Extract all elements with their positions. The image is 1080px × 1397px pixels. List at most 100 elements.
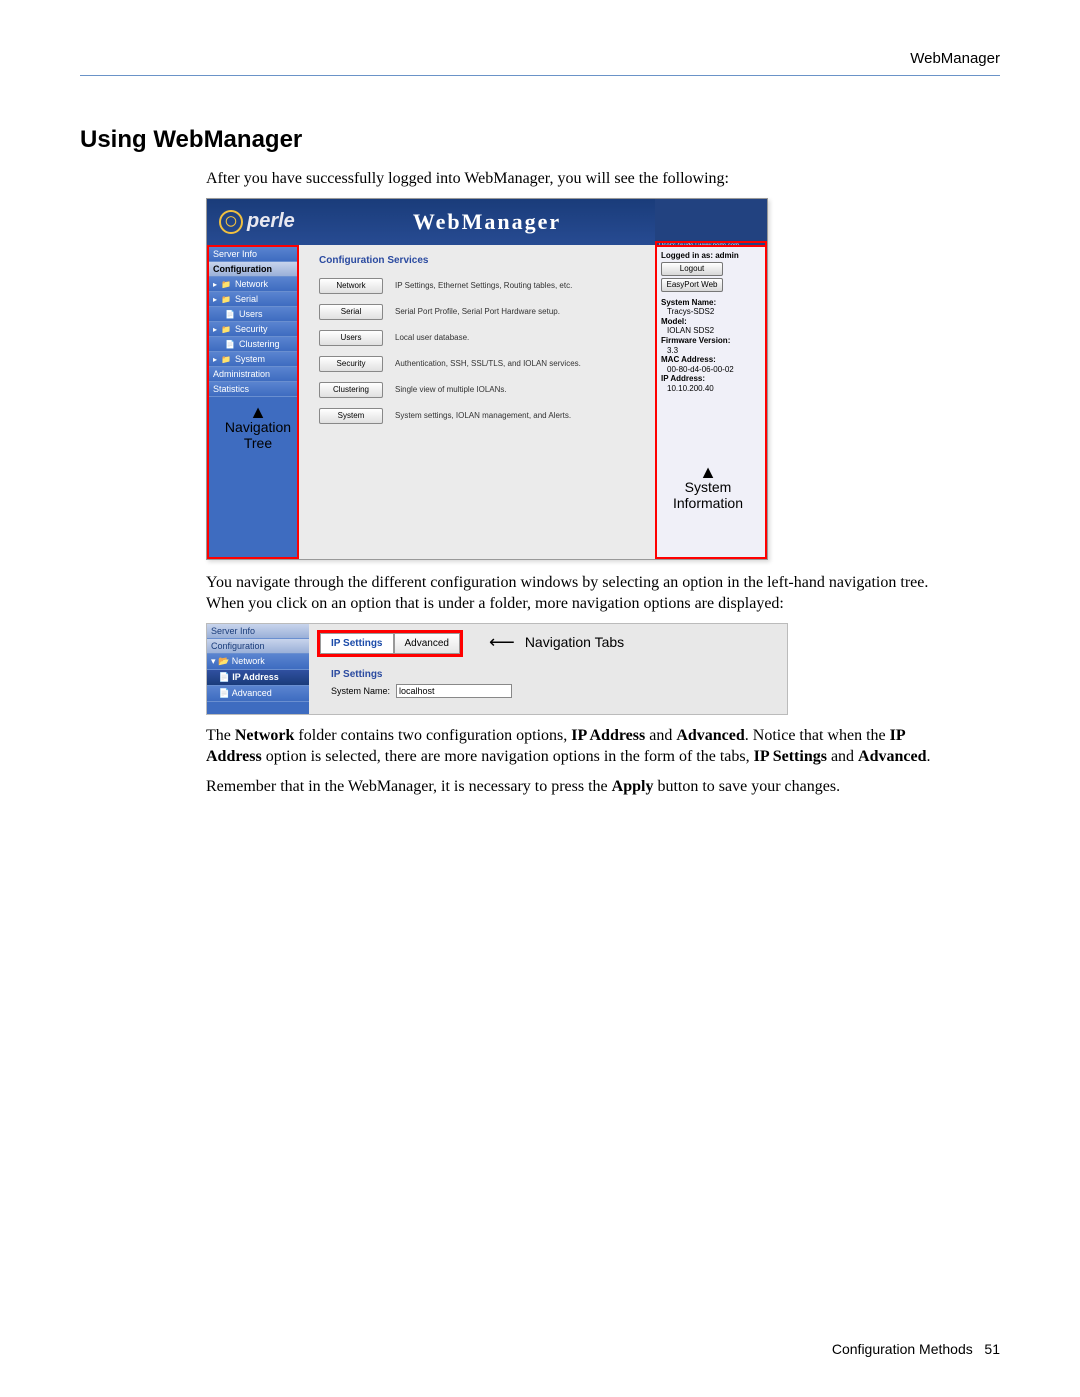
- nav-label: IP Address: [232, 672, 279, 682]
- navigation-tabs-annotation: ⟵ Navigation Tabs: [489, 632, 624, 653]
- service-description: Local user database.: [395, 333, 469, 342]
- sidebar-item-security[interactable]: Security: [209, 322, 297, 337]
- sidebar-item-users[interactable]: Users: [209, 307, 297, 322]
- sidebar-item-configuration[interactable]: Configuration: [207, 639, 309, 654]
- field-label: System Name:: [331, 686, 390, 696]
- expand-icon: [213, 354, 217, 364]
- nav-label: Users: [239, 309, 263, 319]
- app-header: ◯ perle WebManager: [207, 199, 767, 245]
- annotation-label: Navigation Tree: [223, 419, 293, 451]
- paragraph-3: The Network folder contains two configur…: [206, 725, 960, 768]
- nav-label: Network: [235, 279, 268, 289]
- sidebar-item-administration[interactable]: Administration: [209, 367, 297, 382]
- right-panel: Logged in as: admin Logout EasyPort Web …: [655, 245, 767, 559]
- page-footer: Configuration Methods 51: [832, 1341, 1000, 1357]
- main-content-2: IP Settings Advanced ⟵ Navigation Tabs I…: [309, 624, 787, 714]
- model-label: Model:: [661, 317, 761, 327]
- logo-text: perle: [247, 210, 295, 233]
- annotation-label: Navigation Tabs: [525, 634, 624, 650]
- sidebar-item-server-info[interactable]: Server Info: [209, 247, 297, 262]
- service-description: Authentication, SSH, SSL/TLS, and IOLAN …: [395, 359, 581, 368]
- service-description: IP Settings, Ethernet Settings, Routing …: [395, 281, 572, 290]
- folder-icon: [221, 294, 231, 304]
- ip-value: 10.10.200.40: [667, 384, 761, 394]
- section-title: Using WebManager: [80, 126, 1000, 154]
- folder-icon: [221, 324, 231, 334]
- logout-button[interactable]: Logout: [661, 262, 723, 276]
- serial-button[interactable]: Serial: [319, 304, 383, 320]
- section-heading: IP Settings: [331, 669, 779, 680]
- security-button[interactable]: Security: [319, 356, 383, 372]
- service-row: Serial Serial Port Profile, Serial Port …: [319, 304, 647, 320]
- ip-label: IP Address:: [661, 374, 761, 384]
- sidebar-item-ip-address[interactable]: 📄 IP Address: [207, 670, 309, 686]
- nav-label: System: [235, 354, 265, 364]
- service-description: Single view of multiple IOLANs.: [395, 385, 507, 394]
- screenshot-webmanager-main: ◯ perle WebManager User's Guide | www.pe…: [206, 198, 768, 560]
- perle-logo: ◯ perle: [219, 210, 295, 234]
- service-row: Users Local user database.: [319, 330, 647, 346]
- page-icon: [225, 309, 235, 319]
- service-row: System System settings, IOLAN management…: [319, 408, 647, 424]
- sys-name-value: Tracys-SDS2: [667, 307, 761, 317]
- tab-advanced[interactable]: Advanced: [394, 633, 460, 654]
- users-button[interactable]: Users: [319, 330, 383, 346]
- sidebar-item-network[interactable]: ▾ 📂 Network: [207, 654, 309, 670]
- sidebar-item-network[interactable]: Network: [209, 277, 297, 292]
- system-name-input[interactable]: [396, 684, 512, 698]
- navigation-tree-annotation: ▲ Navigation Tree: [223, 405, 293, 451]
- up-arrow-icon: ▲: [663, 465, 753, 479]
- expand-icon: [213, 324, 217, 334]
- nav-label: Advanced: [232, 688, 272, 698]
- footer-chapter: Configuration Methods: [832, 1341, 973, 1357]
- expand-icon: [213, 294, 217, 304]
- service-description: Serial Port Profile, Serial Port Hardwar…: [395, 307, 560, 316]
- screenshot-webmanager-tabs: Server Info Configuration ▾ 📂 Network 📄 …: [206, 623, 788, 715]
- page-icon: [225, 339, 235, 349]
- mac-label: MAC Address:: [661, 355, 761, 365]
- header-decoration: [655, 199, 767, 245]
- nav-label: Serial: [235, 294, 258, 304]
- easyport-button[interactable]: EasyPort Web: [661, 278, 723, 292]
- tab-row: IP Settings Advanced: [317, 630, 463, 657]
- system-name-field: System Name:: [331, 684, 779, 698]
- system-button[interactable]: System: [319, 408, 383, 424]
- system-info: System Name: Tracys-SDS2 Model: IOLAN SD…: [661, 298, 761, 394]
- logo-icon: ◯: [219, 210, 243, 234]
- nav-label: Network: [232, 656, 265, 666]
- nav-label: Security: [235, 324, 268, 334]
- section-heading: Configuration Services: [319, 255, 647, 266]
- mac-value: 00-80-d4-06-00-02: [667, 365, 761, 375]
- fw-value: 3.3: [667, 346, 761, 356]
- sidebar-item-clustering[interactable]: Clustering: [209, 337, 297, 352]
- paragraph-4: Remember that in the WebManager, it is n…: [206, 776, 960, 798]
- page-header: WebManager: [80, 50, 1000, 76]
- tab-ip-settings[interactable]: IP Settings: [320, 633, 394, 654]
- ip-settings-section: IP Settings System Name:: [331, 669, 779, 698]
- sidebar-item-configuration[interactable]: Configuration: [209, 262, 297, 277]
- folder-icon: [221, 279, 231, 289]
- clustering-button[interactable]: Clustering: [319, 382, 383, 398]
- sidebar-item-serial[interactable]: Serial: [209, 292, 297, 307]
- app-title: WebManager: [413, 209, 561, 235]
- network-button[interactable]: Network: [319, 278, 383, 294]
- sidebar-item-server-info[interactable]: Server Info: [207, 624, 309, 639]
- sys-name-label: System Name:: [661, 298, 761, 308]
- expand-icon: [213, 279, 217, 289]
- sidebar-item-statistics[interactable]: Statistics: [209, 382, 297, 397]
- sidebar-item-advanced[interactable]: 📄 Advanced: [207, 686, 309, 702]
- service-description: System settings, IOLAN management, and A…: [395, 411, 571, 420]
- service-row: Security Authentication, SSH, SSL/TLS, a…: [319, 356, 647, 372]
- service-row: Network IP Settings, Ethernet Settings, …: [319, 278, 647, 294]
- up-arrow-icon: ▲: [223, 405, 293, 419]
- sidebar-item-system[interactable]: System: [209, 352, 297, 367]
- navigation-tree-2[interactable]: Server Info Configuration ▾ 📂 Network 📄 …: [207, 624, 309, 714]
- annotation-label: System Information: [663, 479, 753, 511]
- logged-in-status: Logged in as: admin: [661, 251, 761, 260]
- main-content: Configuration Services Network IP Settin…: [299, 245, 655, 559]
- folder-icon: [221, 354, 231, 364]
- system-info-annotation: ▲ System Information: [663, 465, 753, 511]
- fw-label: Firmware Version:: [661, 336, 761, 346]
- service-row: Clustering Single view of multiple IOLAN…: [319, 382, 647, 398]
- footer-page-number: 51: [984, 1341, 1000, 1357]
